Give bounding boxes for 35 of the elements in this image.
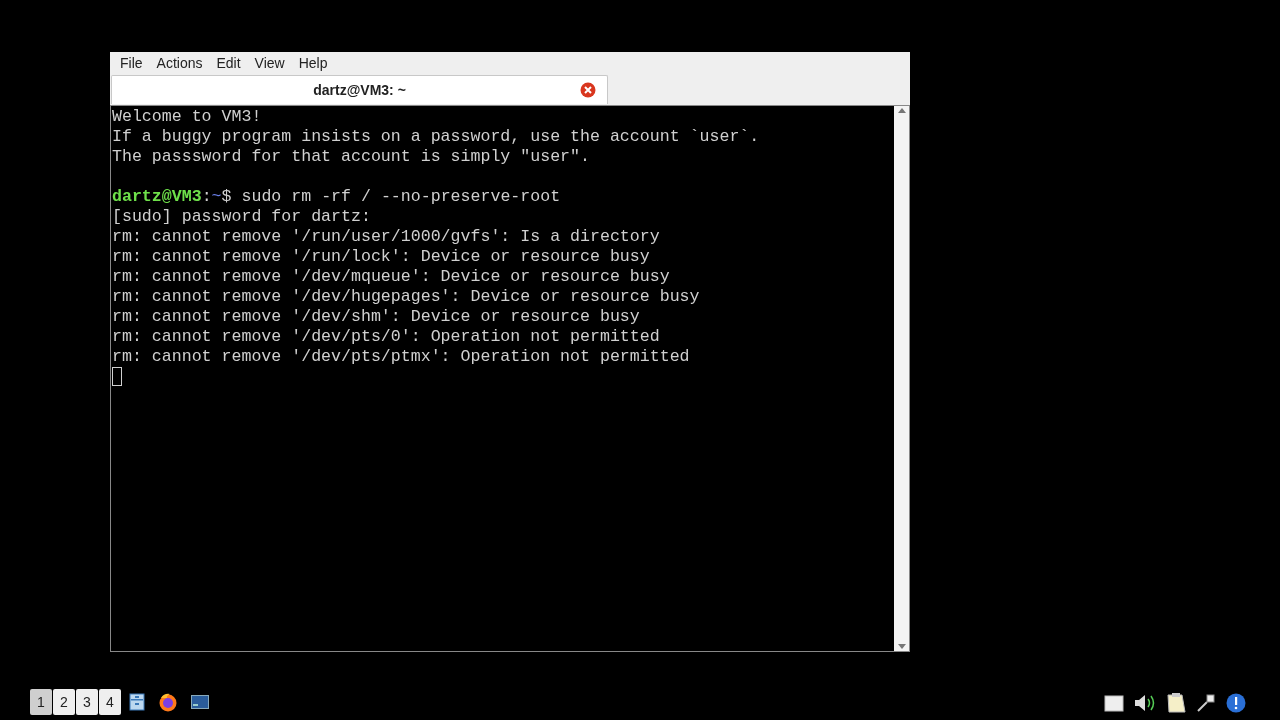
terminal-line: rm: cannot remove '/dev/pts/0': Operation not permitted <box>112 327 661 347</box>
terminal-line: dartz@VM3:~$ sudo rm -rf / --no-preserve-root <box>112 187 562 207</box>
notes-icon[interactable] <box>1166 692 1186 714</box>
terminal-line: rm: cannot remove '/dev/hugepages': Device or resource busy <box>112 287 701 307</box>
network-cable-icon[interactable] <box>1196 693 1216 713</box>
menu-item[interactable]: View <box>247 52 292 74</box>
terminal-line: Welcome to VM3! <box>112 107 263 127</box>
terminal-line: rm: cannot remove '/dev/pts/ptmx': Operation not permitted <box>112 347 691 367</box>
terminal-line: The passsword for that account is simply "user". <box>112 147 591 167</box>
workspace-button[interactable]: 2 <box>53 689 75 715</box>
tab[interactable]: dartz@VM3: ~ <box>111 75 608 104</box>
terminal-line: rm: cannot remove '/run/user/1000/gvfs': Is a directory <box>112 227 661 247</box>
terminal-line: If a buggy program insists on a password, use the account `user`. <box>112 127 761 147</box>
file-cabinet-icon[interactable] <box>129 693 145 711</box>
scroll-down-icon[interactable] <box>897 644 906 649</box>
browser-icon[interactable] <box>158 692 178 712</box>
volume-icon[interactable] <box>1134 693 1156 713</box>
terminal-line: rm: cannot remove '/dev/mqueue': Device or resource busy <box>112 267 671 287</box>
workspace-button[interactable]: 3 <box>76 689 98 715</box>
menu-item[interactable]: File <box>113 52 150 74</box>
text-cursor <box>112 367 122 386</box>
menu-item[interactable]: Edit <box>209 52 248 74</box>
desktop-icon[interactable] <box>191 695 209 709</box>
workspace-button[interactable]: 4 <box>99 689 121 715</box>
scroll-up-icon[interactable] <box>897 108 906 113</box>
menu-item[interactable]: Actions <box>149 52 210 74</box>
drive-icon[interactable] <box>1104 694 1124 712</box>
scrollbar[interactable] <box>894 106 909 651</box>
close-icon[interactable] <box>580 82 596 98</box>
terminal-line: [sudo] password for dartz: <box>112 207 372 227</box>
terminal-line: rm: cannot remove '/run/lock': Device or resource busy <box>112 247 651 267</box>
info-icon[interactable] <box>1226 693 1246 713</box>
workspace-button[interactable]: 1 <box>30 689 52 715</box>
terminal-line: rm: cannot remove '/dev/shm': Device or resource busy <box>112 307 641 327</box>
menu-item[interactable]: Help <box>291 52 335 74</box>
